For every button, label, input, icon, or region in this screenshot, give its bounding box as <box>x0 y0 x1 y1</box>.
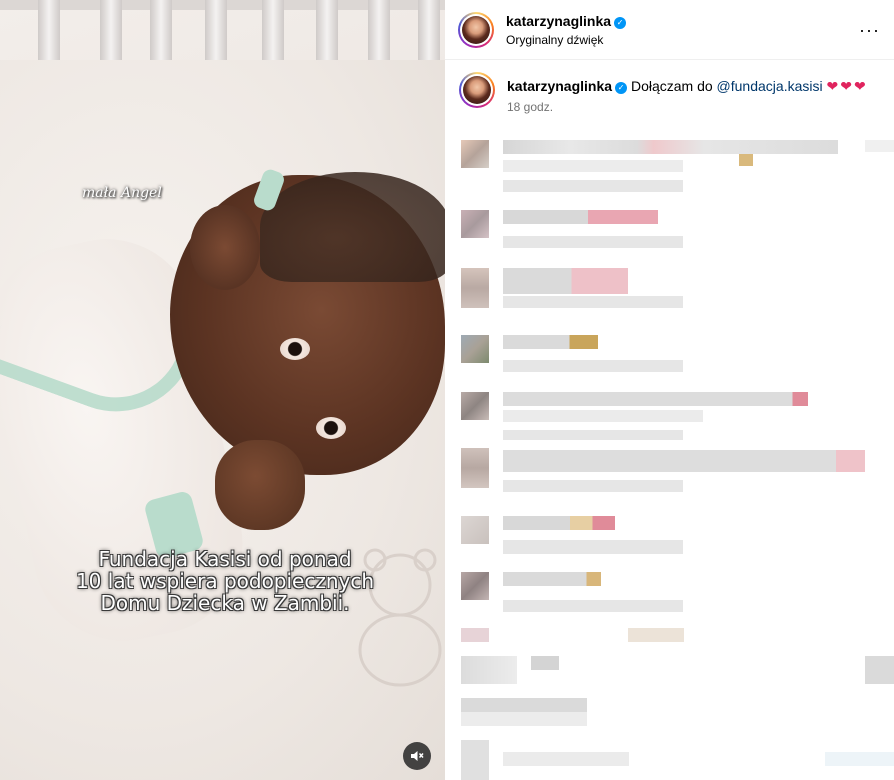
caption-text-line: katarzynaglinka ✓ Dołączam do @fundacja.k… <box>507 78 868 95</box>
comment-text-blurred <box>503 140 838 154</box>
caption-author-avatar[interactable] <box>459 72 495 108</box>
blurred-row <box>531 656 559 670</box>
audio-label[interactable]: Oryginalny dźwięk <box>506 33 603 47</box>
comment-avatar <box>461 392 489 420</box>
baby-eye-right <box>316 417 346 439</box>
comment-text-blurred <box>503 572 601 586</box>
avatar-photo <box>463 76 491 104</box>
mention-link[interactable]: @fundacja.kasisi <box>717 78 823 94</box>
speaker-muted-icon <box>411 751 424 761</box>
like-icon-blurred <box>865 140 894 152</box>
comment-avatar <box>461 448 489 488</box>
heart-emoji-icons: ❤❤❤ <box>826 78 868 94</box>
comment-text-blurred <box>503 392 808 406</box>
comment-text-blurred <box>503 268 628 294</box>
video-overlay-text: Fundacja Kasisi od ponad 10 lat wspiera … <box>40 548 410 614</box>
comment-meta-blurred <box>503 296 683 308</box>
comment-avatar <box>461 210 489 238</box>
comment-text-blurred <box>503 210 658 224</box>
post-timestamp[interactable]: 18 godz. <box>507 100 553 114</box>
comment-meta-blurred <box>503 360 683 372</box>
comment-avatar <box>461 572 489 600</box>
handwritten-name-tag: mała Angel <box>82 185 162 201</box>
avatar-photo <box>462 16 490 44</box>
post-side-panel: katarzynaglinka ✓ Oryginalny dźwięk ··· k… <box>445 0 894 780</box>
comment-text-blurred <box>503 160 683 172</box>
comment-meta-blurred <box>503 600 683 612</box>
comment-avatar <box>461 268 489 308</box>
blurred-row <box>503 752 629 766</box>
blurred-row <box>865 656 894 684</box>
comment-text-blurred <box>503 410 703 422</box>
more-options-icon[interactable]: ··· <box>859 20 880 41</box>
baby-eye-left <box>280 338 310 360</box>
blurred-row <box>461 698 587 726</box>
author-avatar[interactable] <box>458 12 494 48</box>
overlay-line: Domu Dziecka w Zambii. <box>100 591 350 615</box>
comment-meta-blurred <box>503 180 683 192</box>
post-media-video[interactable]: mała Angel Fundacja Kasisi od ponad 10 l… <box>0 0 445 780</box>
baby-hair <box>260 172 445 282</box>
overlay-line: Fundacja Kasisi od ponad <box>98 547 352 571</box>
caption-author-username[interactable]: katarzynaglinka <box>507 78 612 94</box>
comment-meta-blurred <box>503 540 683 554</box>
comment-avatar <box>461 516 489 544</box>
blurred-row <box>461 740 489 780</box>
baby-ear <box>190 205 260 290</box>
comment-avatar <box>461 335 489 363</box>
blurred-row <box>628 628 684 642</box>
mute-toggle-button[interactable] <box>403 742 431 770</box>
caption-text: Dołączam do <box>630 78 713 94</box>
author-username[interactable]: katarzynaglinka <box>506 13 611 29</box>
baby-hand <box>215 440 305 530</box>
verified-badge-icon: ✓ <box>614 17 627 29</box>
post-header: katarzynaglinka ✓ Oryginalny dźwięk ··· <box>445 0 894 60</box>
blurred-row <box>461 656 517 684</box>
comment-meta-blurred <box>503 236 683 248</box>
comment-text-blurred <box>503 450 865 472</box>
comment-meta-blurred <box>503 480 683 492</box>
verified-badge-icon: ✓ <box>615 82 628 94</box>
comment-text-blurred <box>503 516 615 530</box>
comment-meta-blurred <box>503 430 683 440</box>
comment-text-blurred <box>503 335 598 349</box>
blurred-row <box>461 628 489 642</box>
overlay-line: 10 lat wspiera podopiecznych <box>75 569 375 593</box>
comment-emoji-blurred <box>739 154 753 166</box>
blurred-row <box>825 752 894 766</box>
comment-avatar <box>461 140 489 168</box>
